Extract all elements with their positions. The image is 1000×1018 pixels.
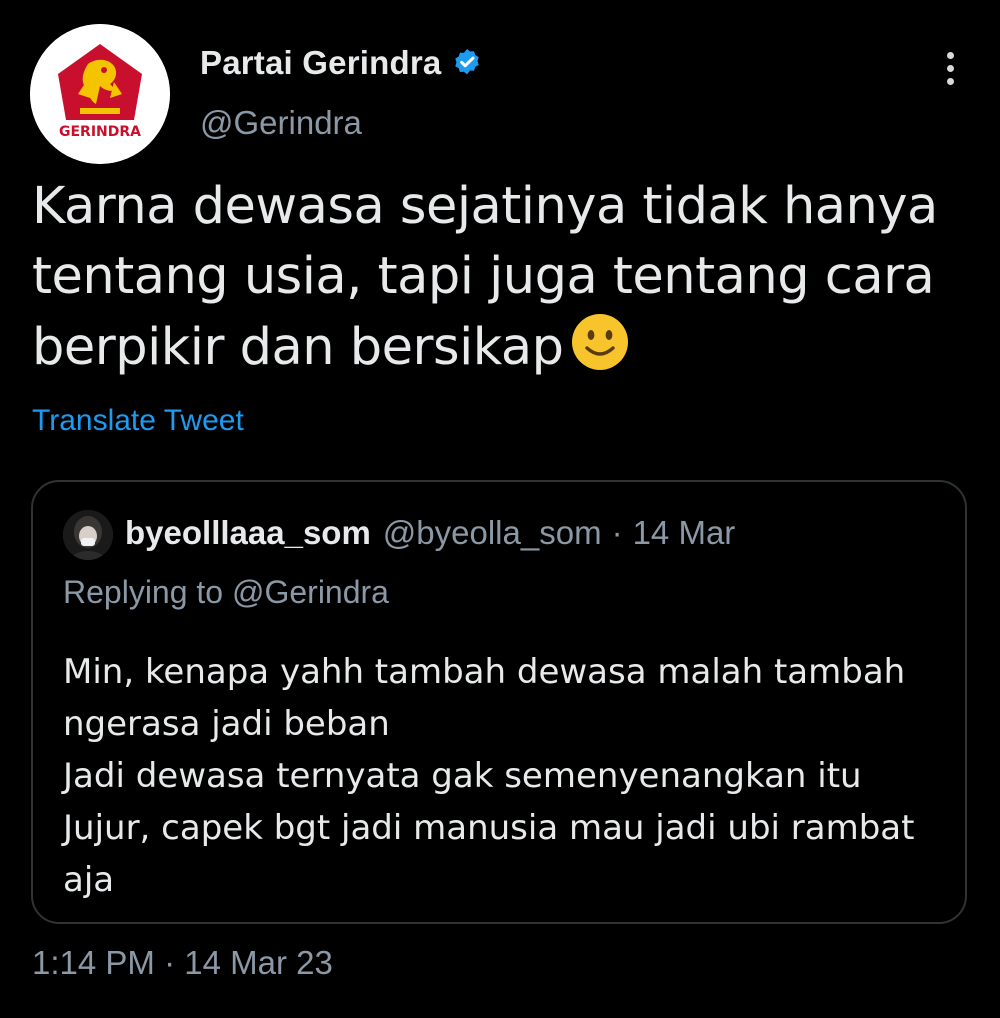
quoted-replying-to: Replying to @Gerindra — [63, 574, 389, 610]
author-avatar[interactable]: GERINDRA — [30, 24, 170, 164]
tweet-text: Karna dewasa sejatinya tidak hanya tenta… — [32, 172, 962, 391]
more-dot — [946, 64, 954, 72]
author-handle[interactable]: @Gerindra — [200, 104, 362, 142]
quoted-text-line: Min, kenapa yahh tambah dewasa malah tam… — [63, 652, 906, 692]
quoted-header: byeolllaaa_som @byeolla_som · 14 Mar — [125, 514, 735, 552]
verified-badge-icon — [451, 47, 483, 79]
more-dot — [946, 77, 954, 85]
quoted-text-line: aja — [63, 860, 115, 900]
quoted-separator: · — [611, 514, 623, 551]
slightly-smiling-face-emoji-icon — [570, 312, 630, 391]
more-options-icon[interactable] — [930, 48, 970, 88]
quoted-handle: @byeolla_som — [382, 514, 602, 551]
logo-wordmark: GERINDRA — [59, 124, 141, 140]
quoted-text: Min, kenapa yahh tambah dewasa malah tam… — [63, 646, 943, 906]
tweet-text-line: tentang usia, tapi juga tentang cara — [32, 247, 935, 306]
translate-tweet-link[interactable]: Translate Tweet — [32, 404, 244, 438]
quoted-tweet[interactable]: byeolllaaa_som @byeolla_som · 14 Mar Rep… — [31, 480, 967, 924]
gerindra-logo: GERINDRA — [30, 24, 170, 164]
tweet-timestamp[interactable]: 1:14 PM · 14 Mar 23 — [32, 944, 333, 982]
author-name-row[interactable]: Partai Gerindra — [200, 44, 483, 82]
tweet-text-line-last: berpikir dan bersikap — [32, 312, 962, 391]
tweet-text-line: berpikir dan bersikap — [32, 318, 564, 377]
quoted-text-line: Jadi dewasa ternyata gak semenyenangkan … — [63, 756, 862, 796]
quoted-text-line: ngerasa jadi beban — [63, 704, 390, 744]
quoted-display-name: byeolllaaa_som — [125, 514, 371, 551]
quoted-date: 14 Mar — [632, 514, 736, 551]
tweet-card: GERINDRA Partai Gerindra @Gerindra Karna… — [0, 0, 1000, 1018]
quoted-text-line: Jujur, capek bgt jadi manusia mau jadi u… — [63, 808, 915, 848]
more-dot — [946, 51, 954, 59]
quoted-author-avatar[interactable] — [63, 510, 113, 560]
author-display-name[interactable]: Partai Gerindra — [200, 44, 441, 82]
tweet-text-line: Karna dewasa sejatinya tidak hanya — [32, 177, 938, 236]
